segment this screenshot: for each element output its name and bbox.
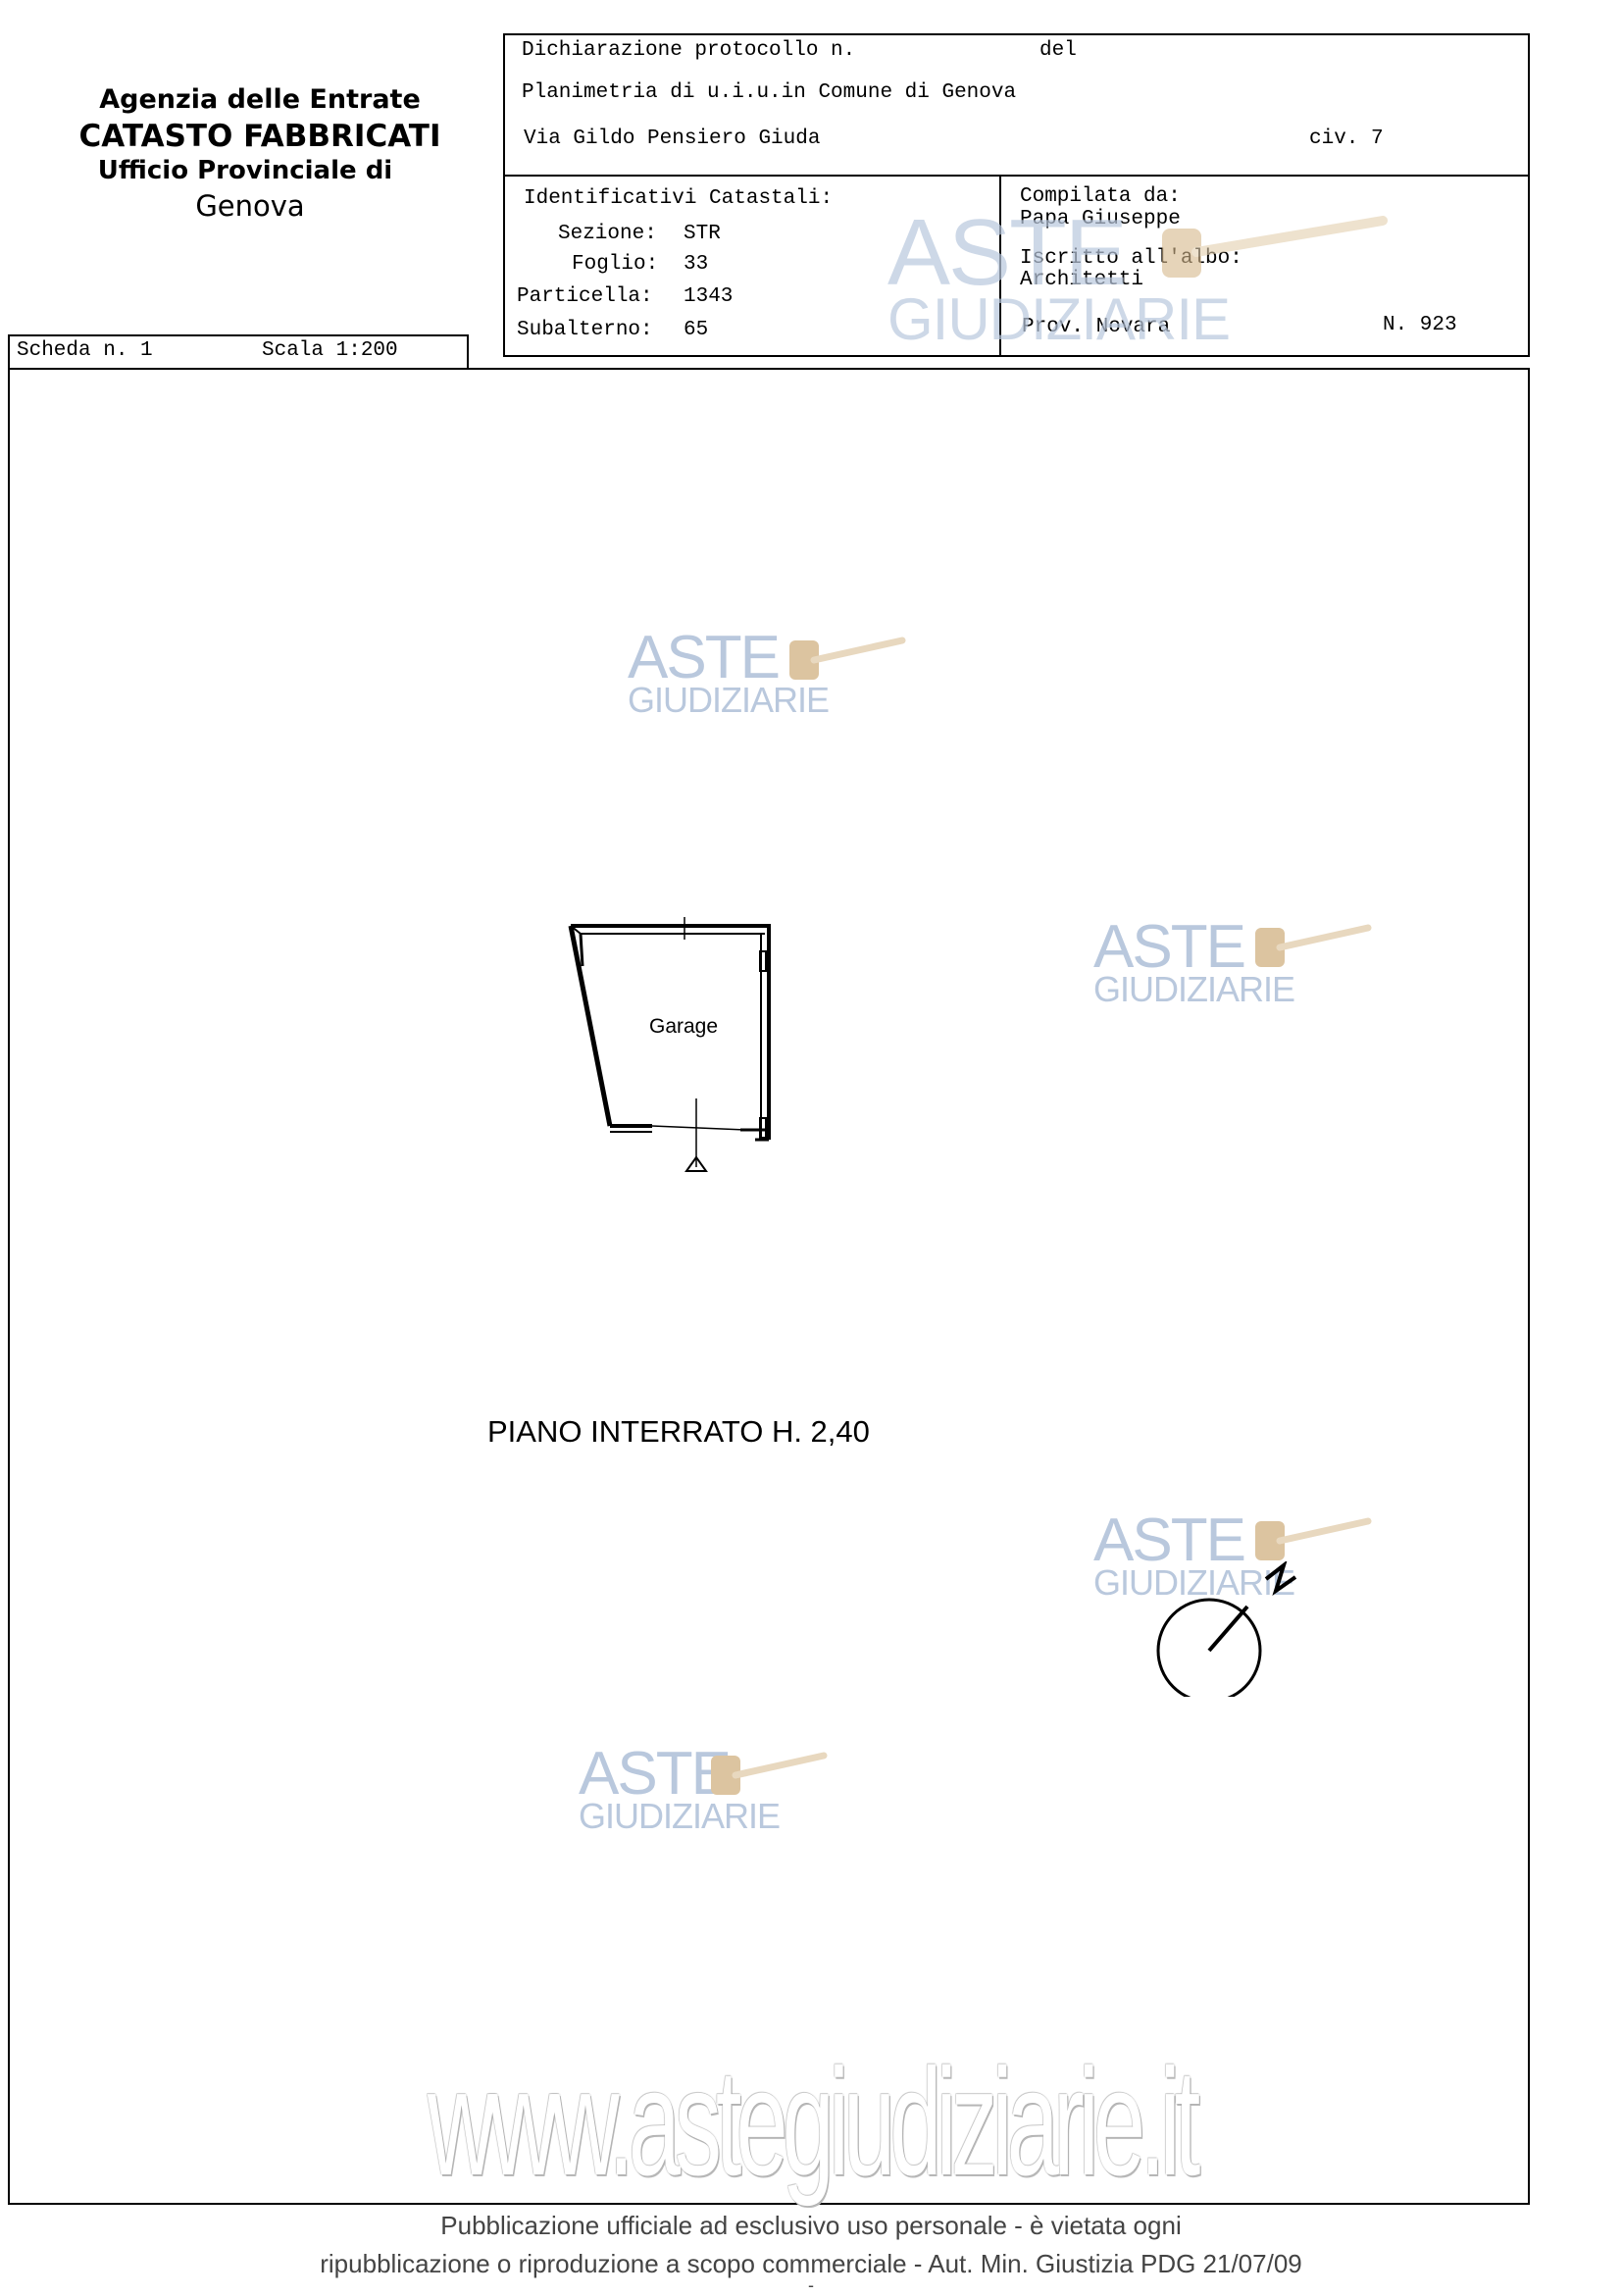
foglio-label: Foglio: (572, 253, 659, 276)
particella-value: 1343 (684, 285, 734, 308)
particella-label: Particella: (517, 285, 653, 308)
garage-floorplan (568, 917, 771, 1172)
north-arrow-icon (1156, 1598, 1262, 1697)
scheda-scale: Scala 1:200 (262, 339, 398, 362)
gavel-icon-4 (711, 1752, 828, 1795)
subalterno-value: 65 (684, 319, 709, 341)
subalterno-label: Subalterno: (517, 319, 653, 341)
ufficio-city: Genova (195, 189, 305, 223)
sezione-value: STR (684, 223, 721, 245)
gavel-icon-2 (1255, 924, 1372, 967)
scheda-number: Scheda n. 1 (17, 339, 153, 362)
room-label-garage: Garage (649, 1015, 719, 1038)
albo-number: N. 923 (1383, 314, 1457, 336)
protocol-label: Dichiarazione protocollo n. (522, 39, 856, 62)
foglio-value: 33 (684, 253, 709, 276)
protocol-del: del (1039, 39, 1077, 62)
address: Via Gildo Pensiero Giuda (524, 128, 821, 150)
protocol-divider (503, 175, 1530, 177)
catasto-title: CATASTO FABBRICATI (78, 119, 441, 154)
north-letter (1264, 1561, 1297, 1596)
gavel-icon-header (1162, 216, 1388, 278)
agency-header: Agenzia delle Entrate CATASTO FABBRICATI… (39, 84, 481, 223)
sezione-label: Sezione: (558, 223, 657, 245)
agency-name: Agenzia delle Entrate (99, 84, 421, 115)
ufficio-label: Ufficio Provinciale di (97, 156, 393, 185)
gavel-icon-1 (789, 637, 906, 680)
planimetria-label: Planimetria di u.i.u.in Comune di Genova (522, 81, 1017, 104)
floor-caption: PIANO INTERRATO H. 2,40 (487, 1414, 870, 1449)
civic-number: civ. 7 (1309, 128, 1384, 150)
identificativi-title: Identificativi Catastali: (524, 187, 834, 210)
watermark-url: www.astegiudiziarie.it (427, 2037, 1200, 2207)
footer-dash: - (808, 2275, 814, 2295)
footer-line-1: Pubblicazione ufficiale ad esclusivo uso… (440, 2211, 1182, 2240)
